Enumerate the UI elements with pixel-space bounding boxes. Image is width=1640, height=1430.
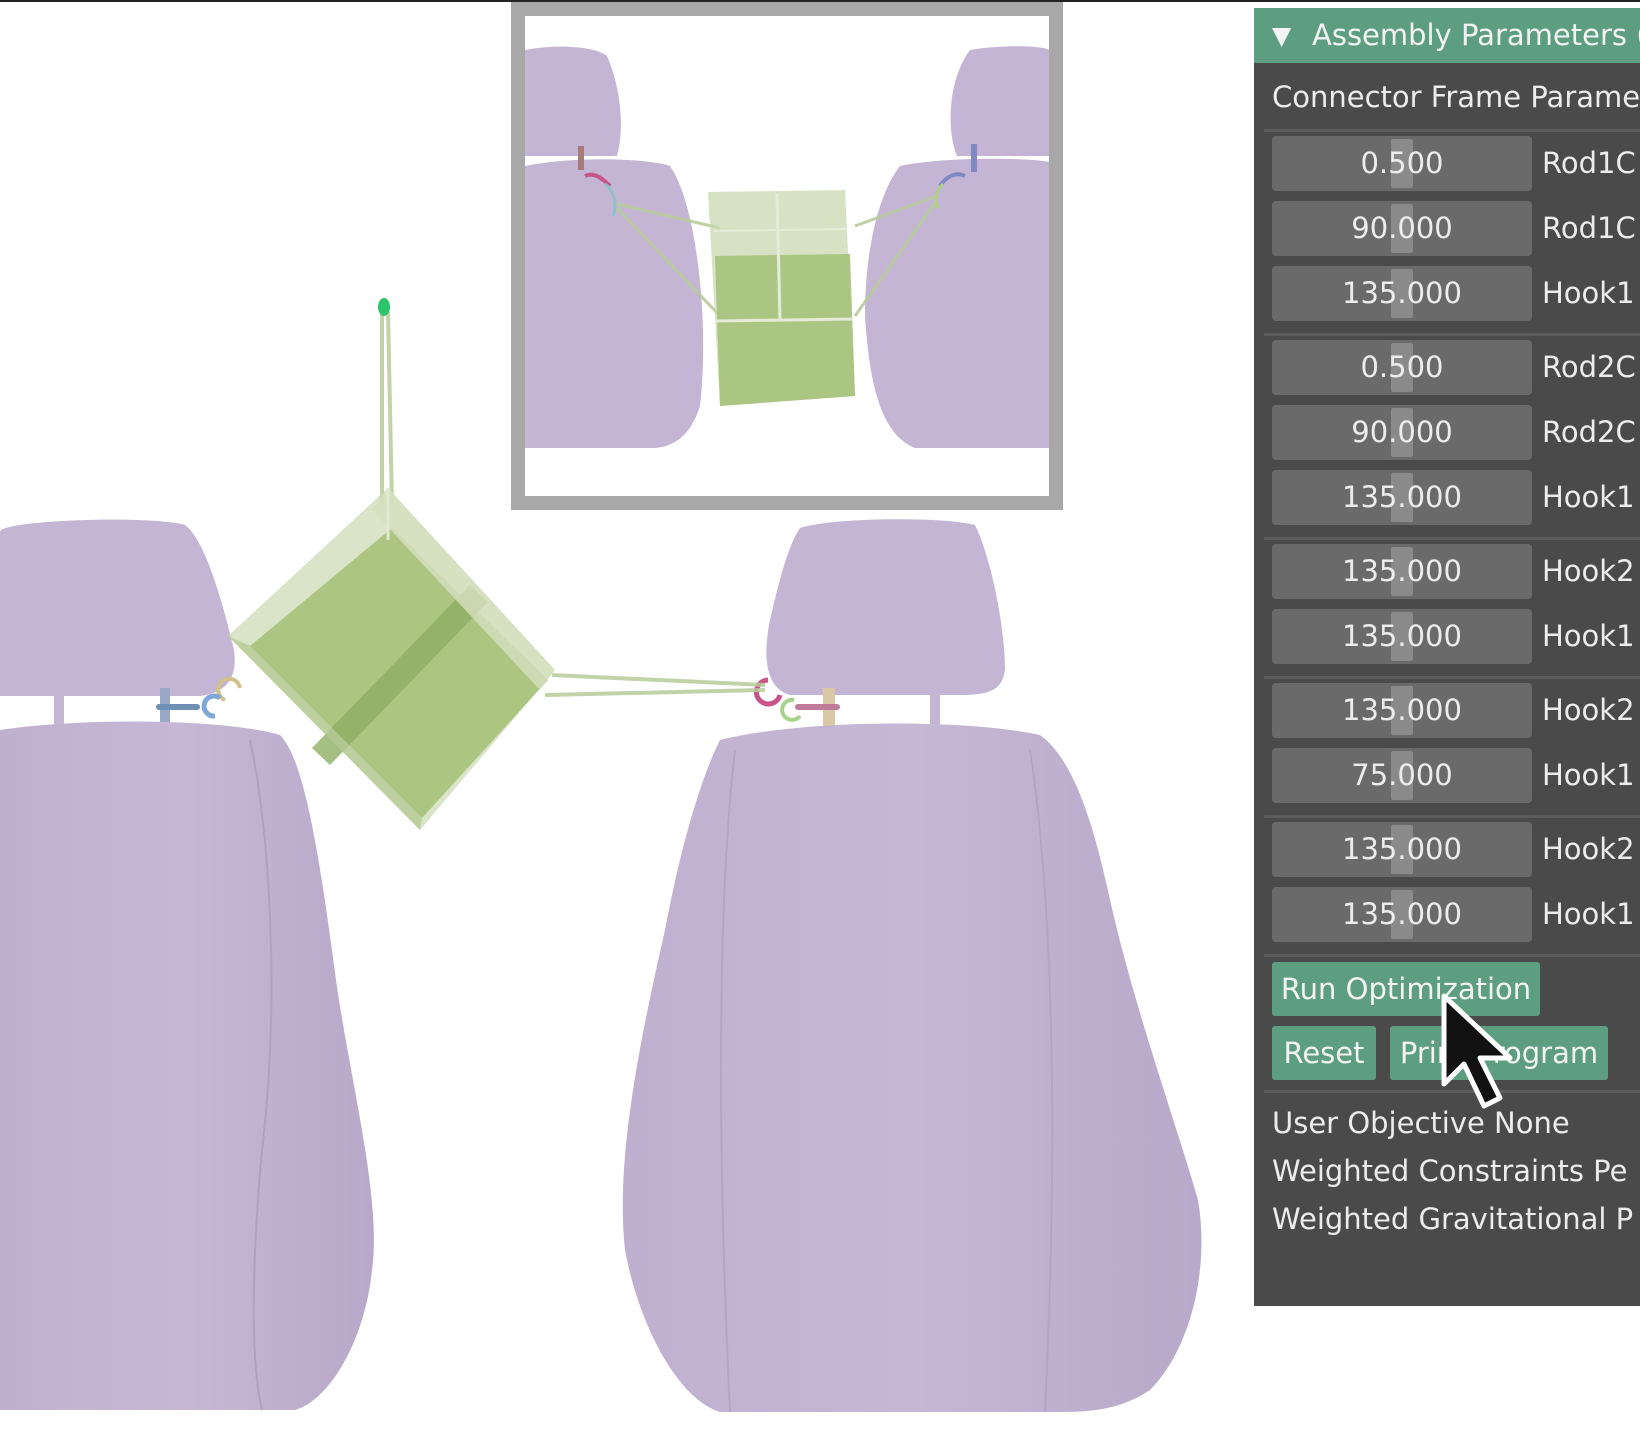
parameter-label: Hook2 (1542, 693, 1635, 727)
parameter-label: Hook1 (1542, 480, 1635, 514)
triangle-down-icon[interactable]: ▼ (1272, 8, 1291, 63)
separator (1264, 333, 1640, 336)
separator (1264, 954, 1640, 957)
parameter-drag-field[interactable]: 135.000 (1272, 470, 1532, 525)
separator (1264, 537, 1640, 540)
parameter-label: Rod1C (1542, 146, 1636, 180)
separator (1264, 129, 1640, 132)
parameter-label: Rod2C (1542, 415, 1636, 449)
3d-viewport[interactable] (0, 0, 1250, 1430)
parameter-drag-field[interactable]: 135.000 (1272, 544, 1532, 599)
parameter-value: 0.500 (1360, 146, 1444, 180)
parameter-label: Hook1 (1542, 276, 1635, 310)
separator (1264, 676, 1640, 679)
parameter-drag-field[interactable]: 135.000 (1272, 887, 1532, 942)
parameter-value: 90.000 (1351, 415, 1453, 449)
weighted-gravitational-text: Weighted Gravitational P (1272, 1202, 1634, 1236)
inset-render (525, 46, 1049, 448)
right-headrest-post (930, 688, 940, 728)
parameter-label: Hook2 (1542, 832, 1635, 866)
parameter-value: 75.000 (1351, 758, 1453, 792)
parameter-value: 135.000 (1342, 897, 1462, 931)
anchor-marker (378, 298, 390, 316)
parameter-label: Rod2C (1542, 350, 1636, 384)
parameter-value: 135.000 (1342, 480, 1462, 514)
weighted-constraints-text: Weighted Constraints Pe (1272, 1154, 1628, 1188)
parameter-label: Hook1 (1542, 758, 1635, 792)
panel-title: Assembly Parameters ( (1312, 18, 1640, 52)
parameter-label: Hook1 (1542, 897, 1635, 931)
user-objective-text: User Objective None (1272, 1106, 1570, 1140)
parameter-value: 135.000 (1342, 693, 1462, 727)
parameter-drag-field[interactable]: 135.000 (1272, 609, 1532, 664)
parameter-drag-field[interactable]: 0.500 (1272, 340, 1532, 395)
left-backrest (0, 721, 374, 1410)
parameter-drag-field[interactable]: 135.000 (1272, 822, 1532, 877)
reset-button[interactable]: Reset (1272, 1026, 1376, 1080)
mouse-pointer-icon (1441, 993, 1513, 1109)
inset-preview (511, 2, 1063, 510)
parameter-drag-field[interactable]: 90.000 (1272, 405, 1532, 460)
right-headrest (766, 519, 1005, 695)
separator (1264, 815, 1640, 818)
parameter-value: 90.000 (1351, 211, 1453, 245)
left-headrest (0, 519, 235, 696)
right-seat (622, 519, 1202, 1413)
parameter-drag-field[interactable]: 135.000 (1272, 266, 1532, 321)
parameter-label: Hook2 (1542, 554, 1635, 588)
parameter-value: 135.000 (1342, 619, 1462, 653)
parameter-drag-field[interactable]: 135.000 (1272, 683, 1532, 738)
panel-header[interactable]: ▼ Assembly Parameters ( (1254, 8, 1640, 63)
parameter-drag-field[interactable]: 75.000 (1272, 748, 1532, 803)
parameter-label: Rod1C (1542, 211, 1636, 245)
parameter-drag-field[interactable]: 0.500 (1272, 136, 1532, 191)
right-backrest (622, 723, 1202, 1412)
parameter-value: 0.500 (1360, 350, 1444, 384)
parameter-value: 135.000 (1342, 554, 1462, 588)
section-label: Connector Frame Paramete (1272, 80, 1640, 114)
parameter-label: Hook1 (1542, 619, 1635, 653)
parameter-value: 135.000 (1342, 832, 1462, 866)
parameter-drag-field[interactable]: 90.000 (1272, 201, 1532, 256)
parameter-value: 135.000 (1342, 276, 1462, 310)
